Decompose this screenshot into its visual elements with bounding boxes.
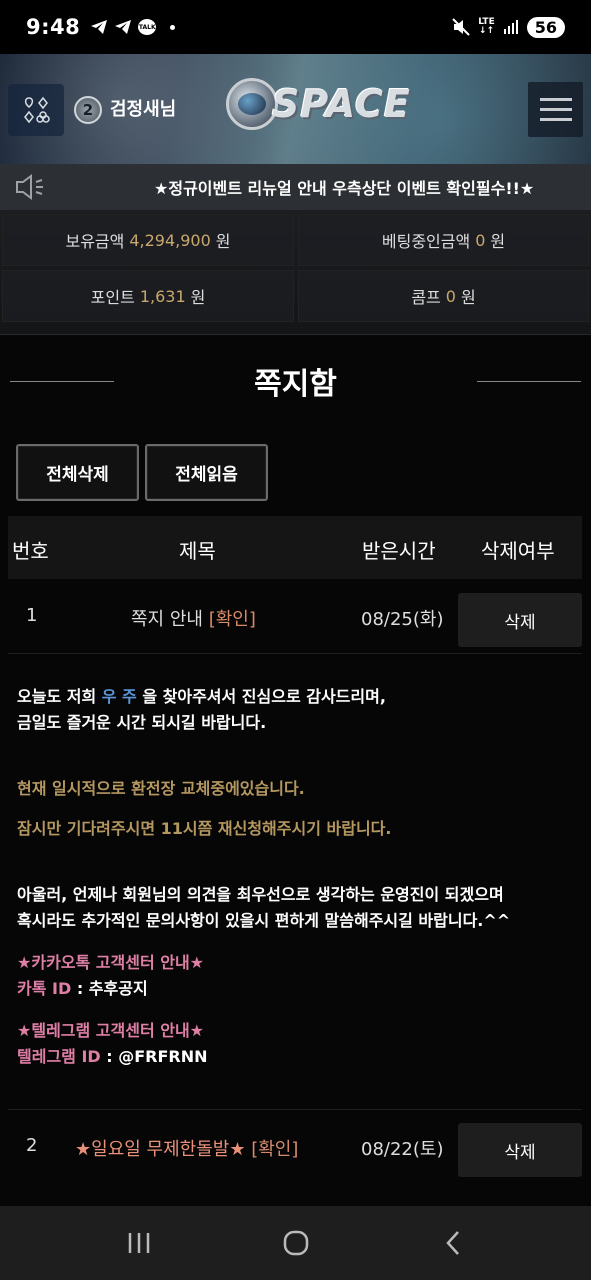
table-header: 번호 제목 받은시간 삭제여부 xyxy=(8,516,582,579)
row-received: 08/22(토) xyxy=(361,1139,444,1160)
notice-bar: ★정규이벤트 리뉴얼 안내 우측상단 이벤트 확인필수!!★ xyxy=(0,164,591,210)
row-divider xyxy=(8,1109,582,1110)
notification-icons: TALK xyxy=(90,19,176,35)
battery-icon: 56 xyxy=(526,16,565,38)
row-received: 08/25(화) xyxy=(361,609,444,630)
speaker-icon xyxy=(16,174,43,200)
rank-badge: 2 xyxy=(74,96,102,124)
row-status: [확인] xyxy=(208,609,256,630)
column-subject: 제목 xyxy=(179,539,216,563)
site-header: 2 검정새님 SPACE xyxy=(0,54,591,164)
telegram-icon xyxy=(91,20,108,34)
status-bar: 9:48 TALK LTE ↓↑ 56 xyxy=(0,0,591,54)
delete-button[interactable]: 삭제 xyxy=(458,1123,582,1177)
table-row[interactable]: 2 ★일요일 무제한돌발★ [확인] 08/22(토) 삭제 xyxy=(8,1115,582,1179)
row-number: 2 xyxy=(26,1135,38,1156)
brand-name: 우 주 xyxy=(101,687,137,706)
points-amount: 포인트 1,631 원 xyxy=(2,270,294,322)
row-status: [확인] xyxy=(251,1139,299,1160)
column-received: 받은시간 xyxy=(362,539,436,563)
delete-button[interactable]: 삭제 xyxy=(458,593,582,647)
delete-all-button[interactable]: 전체삭제 xyxy=(16,444,139,501)
home-button[interactable] xyxy=(276,1223,316,1263)
read-all-button[interactable]: 전체읽음 xyxy=(145,444,268,501)
kakao-heading: ★카카오톡 고객센터 안내★ xyxy=(17,953,205,972)
title-divider-right xyxy=(477,381,581,382)
card-suits-icon xyxy=(24,96,50,124)
comp-amount: 콤프 0 원 xyxy=(298,270,589,322)
recent-apps-button[interactable] xyxy=(119,1223,159,1263)
kakaotalk-icon: TALK xyxy=(138,19,157,35)
site-logo[interactable]: SPACE xyxy=(226,78,411,130)
betting-amount: 베팅중인금액 0 원 xyxy=(298,214,589,266)
hamburger-menu-button[interactable] xyxy=(528,82,583,137)
holding-amount: 보유금액 4,294,900 원 xyxy=(2,214,294,266)
astronaut-helmet-icon xyxy=(226,78,278,130)
telegram-heading: ★텔레그램 고객센터 안내★ xyxy=(17,1021,205,1040)
mute-icon xyxy=(452,18,470,36)
row-divider xyxy=(8,653,582,654)
back-icon xyxy=(445,1231,459,1255)
balance-panel: 보유금액 4,294,900 원 베팅중인금액 0 원 포인트 1,631 원 … xyxy=(0,210,591,334)
message-body: 오늘도 저희 우 주 을 찾아주셔서 진심으로 감사드리며, 금일도 즐거운 시… xyxy=(17,684,577,1070)
back-button[interactable] xyxy=(433,1223,473,1263)
more-notifications-dot xyxy=(170,24,176,30)
telegram-icon xyxy=(115,20,132,34)
card-suits-menu-button[interactable] xyxy=(8,84,64,136)
mailbox-panel: 쪽지함 전체삭제 전체읽음 번호 제목 받은시간 삭제여부 1 쪽지 안내 [확… xyxy=(0,334,591,1206)
signal-icon xyxy=(503,20,518,34)
column-number: 번호 xyxy=(12,539,49,563)
network-type: LTE ↓↑ xyxy=(478,17,495,36)
username[interactable]: 검정새님 xyxy=(110,95,176,121)
status-time: 9:48 xyxy=(26,15,81,39)
android-nav-bar xyxy=(0,1206,591,1280)
row-subject[interactable]: 쪽지 안내 [확인] xyxy=(131,605,256,631)
row-subject[interactable]: ★일요일 무제한돌발★ [확인] xyxy=(75,1135,298,1161)
home-icon xyxy=(283,1230,308,1256)
table-row[interactable]: 1 쪽지 안내 [확인] 08/25(화) 삭제 xyxy=(8,585,582,649)
notice-marquee-text[interactable]: ★정규이벤트 리뉴얼 안내 우측상단 이벤트 확인필수!!★ xyxy=(154,175,534,199)
logo-text: SPACE xyxy=(272,82,411,126)
column-delete: 삭제여부 xyxy=(481,539,555,563)
recent-apps-icon xyxy=(128,1233,149,1253)
row-number: 1 xyxy=(26,605,38,626)
